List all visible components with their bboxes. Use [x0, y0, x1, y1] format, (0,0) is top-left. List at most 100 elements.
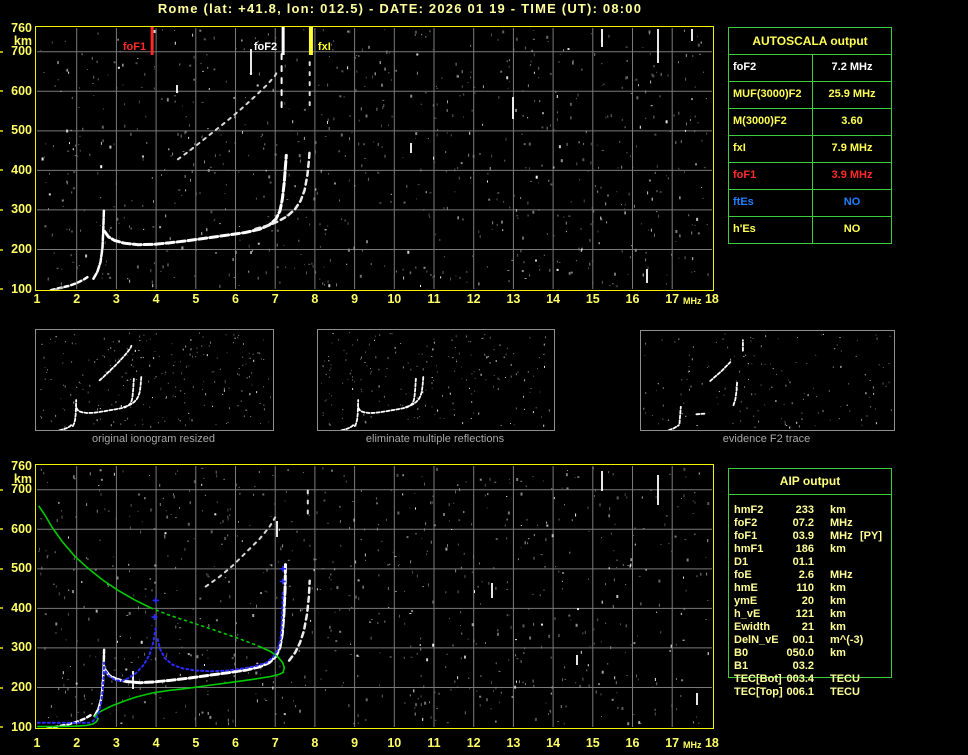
autoscala-row-fxI: fxI 7.9 MHz	[729, 136, 891, 163]
x-tick-label: 13	[506, 736, 521, 750]
autoscala-row-value: NO	[843, 223, 861, 235]
noise-dots	[643, 333, 892, 429]
x-tick-label: 14	[546, 292, 561, 306]
noise-dots	[39, 332, 271, 428]
aip-row-B1: B1 03.2	[728, 660, 892, 673]
aip-u: MHz	[830, 517, 853, 529]
aip-row-D1: D1 01.1	[728, 556, 892, 569]
noise-dots	[321, 332, 550, 427]
aip-l: B0	[734, 647, 749, 659]
autoscala-row-value: 25.9 MHz	[828, 88, 876, 100]
aip-u: TECU	[830, 686, 860, 698]
autoscala-row-value: 7.9 MHz	[831, 142, 873, 154]
y-tick-label: 300	[11, 202, 32, 217]
autoscala-row-value: 7.2 MHz	[831, 61, 873, 73]
aip-v: 121	[795, 608, 814, 620]
isolated-model-points	[151, 565, 287, 621]
y-tick-label: 500	[11, 123, 32, 138]
autoscala-row-label: MUF(3000)F2	[729, 82, 813, 108]
y-tick-label: 400	[11, 600, 32, 615]
mini-trace-frag-e	[667, 424, 680, 430]
aip-v: 110	[796, 582, 814, 594]
aip-l: foF1	[734, 530, 758, 542]
x-tick-label: 2	[73, 736, 81, 750]
aip-v: 21	[801, 621, 814, 633]
edge-nub	[0, 248, 3, 251]
y-tick-label: 600	[11, 83, 32, 98]
x-tick-label: 3	[112, 736, 120, 750]
trace-second-hop	[204, 516, 277, 588]
x-tick-label: 11	[427, 292, 441, 306]
aip-v: 03.9	[792, 530, 814, 542]
trace-f1-cusp-rise	[92, 209, 106, 280]
y-tick-label: 200	[11, 680, 32, 694]
grid-lines	[37, 28, 712, 289]
aip-u: MHz	[830, 530, 853, 542]
autoscala-row-MUF(3000)F2: MUF(3000)F2 25.9 MHz	[729, 82, 891, 109]
x-tick-label: 9	[351, 736, 359, 750]
x-tick-label: 18	[704, 292, 719, 306]
aip-row-hmF1: hmF1 186 km	[728, 543, 892, 556]
aip-row-B0: B0 050.0 km	[728, 647, 892, 660]
aip-l: ymE	[734, 595, 758, 607]
y-tick-label: 760	[11, 20, 32, 35]
x-tick-label: 4	[152, 736, 160, 750]
y-tick-label: 760	[11, 458, 32, 473]
autoscala-row-h'Es: h'Es NO	[729, 217, 891, 243]
x-tick-label: 5	[192, 292, 200, 306]
thumbnail-caption-original: original ionogram resized	[92, 433, 215, 445]
x-tick-label: 7	[271, 292, 279, 306]
x-tick-label: 18	[704, 736, 719, 750]
x-tick-label: 6	[232, 736, 239, 750]
x-axis-unit: MHz	[683, 740, 702, 750]
x-tick-label: 10	[387, 292, 402, 306]
x-tick-label: 1	[33, 292, 41, 306]
trace-f-trace-x	[287, 579, 311, 662]
autoscala-row-label: h'Es	[729, 217, 813, 243]
x-tick-label: 4	[152, 292, 160, 306]
thumbnail-caption-evidence: evidence F2 trace	[722, 433, 811, 445]
aip-v: 07.2	[792, 517, 814, 529]
mini-trace-frag-hop	[709, 361, 732, 382]
x-tick-label: 1	[33, 736, 41, 750]
edge-nub	[0, 50, 3, 53]
x-tick-label: 8	[311, 736, 319, 750]
edge-nub	[0, 288, 3, 290]
autoscala-row-label: M(3000)F2	[729, 109, 813, 135]
x-tick-label: 16	[625, 292, 640, 306]
aip-u: km	[830, 504, 846, 516]
edge-nub	[0, 528, 3, 531]
mini-trace-f-trace-o	[75, 377, 135, 414]
mini-trace-f1-cusp-rise	[353, 399, 360, 427]
aip-u: km	[830, 595, 846, 607]
aip-row-foE: foE 2.6 MHz	[728, 569, 892, 582]
edge-nub	[0, 607, 3, 610]
thumbnail-evidence-f2-trace	[640, 330, 895, 431]
aip-row-ymE: ymE 20 km	[728, 595, 892, 608]
x-tick-label: 7	[271, 736, 279, 750]
x-tick-label: 6	[232, 292, 239, 306]
y-tick-label: 300	[11, 640, 32, 655]
aip-table-header: AIP output	[729, 469, 891, 495]
mini-trace-f1-cusp-rise	[71, 399, 78, 427]
aip-v: 233	[795, 504, 814, 516]
trace-model-trace-blue-f1	[104, 627, 157, 683]
mini-trace-second-hop	[98, 344, 133, 382]
autoscala-output-table: AUTOSCALA output foF2 7.2 MHz MUF(3000)F2 2…	[728, 27, 892, 244]
x-tick-label: 14	[546, 736, 561, 750]
thumbnail-eliminate-reflections	[317, 329, 555, 431]
marker-label-fxI: fxI	[318, 41, 331, 53]
autoscala-row-foF1: foF1 3.9 MHz	[729, 163, 891, 190]
edge-nub	[0, 726, 3, 728]
y-tick-label: 600	[11, 521, 32, 536]
x-tick-label: 17	[665, 736, 680, 750]
trace-e-region-echo	[49, 275, 90, 290]
traces	[36, 488, 311, 728]
x-tick-label: 16	[625, 736, 640, 750]
autoscala-row-label: foF1	[729, 163, 813, 189]
x-tick-label: 15	[585, 292, 600, 306]
edge-nub	[0, 208, 3, 211]
y-tick-label: 500	[11, 561, 32, 576]
y-axis-unit: km	[13, 34, 32, 48]
x-tick-label: 5	[192, 736, 200, 750]
